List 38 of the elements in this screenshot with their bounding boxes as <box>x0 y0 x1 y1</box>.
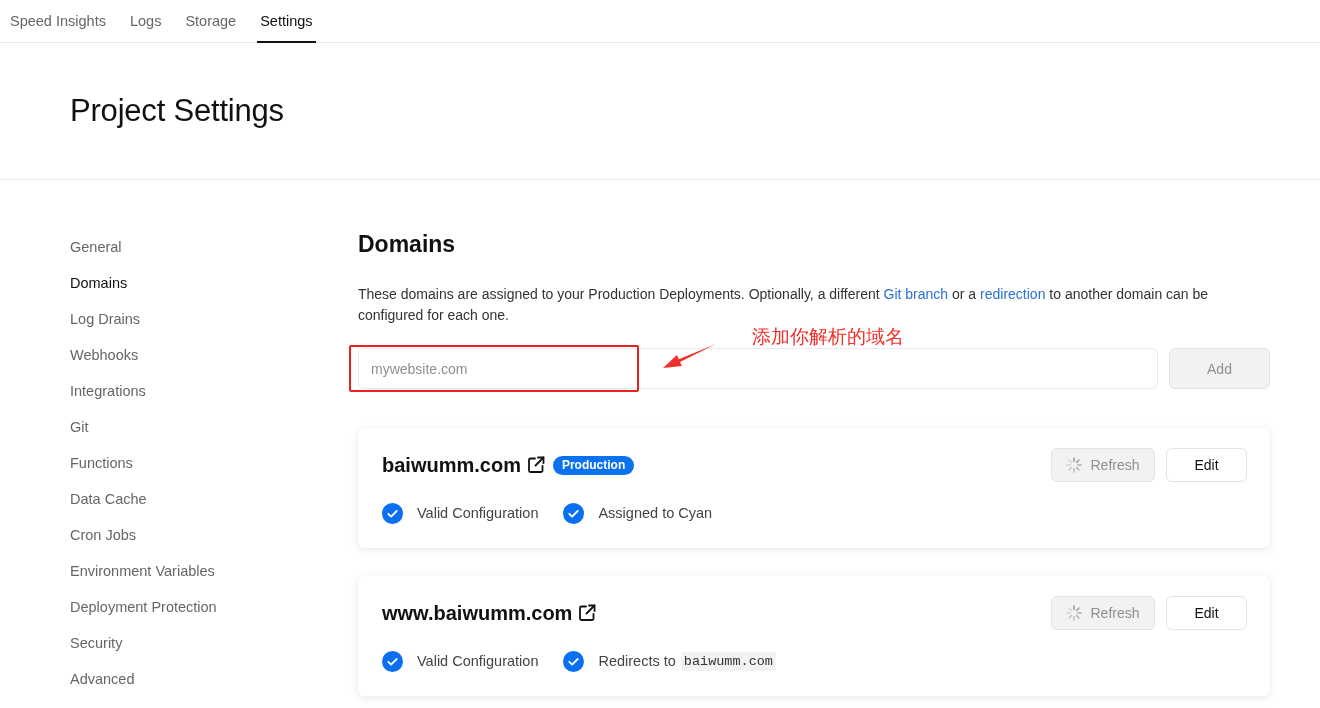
sidebar-item[interactable]: General <box>70 229 122 265</box>
check-label: Valid Configuration <box>417 505 539 521</box>
section-title: Domains <box>358 230 457 259</box>
edit-button[interactable]: Edit <box>1166 596 1247 630</box>
sidebar-item[interactable]: Cron Jobs <box>70 517 137 553</box>
domain-name: baiwumm.com <box>382 453 521 477</box>
check-label: Assigned to Cyan <box>598 505 713 521</box>
sidebar-item[interactable]: Deployment Protection <box>70 589 217 625</box>
check-label: Redirects to <box>598 653 676 669</box>
text-link[interactable]: Git branch <box>883 286 949 302</box>
edit-button[interactable]: Edit <box>1166 448 1247 482</box>
page-title: Project Settings <box>70 93 284 129</box>
external-link-icon[interactable] <box>526 456 545 474</box>
redirect-target: baiwumm.com <box>680 651 776 671</box>
annotation-text: 添加你解析的域名 <box>752 324 904 349</box>
external-link-icon[interactable] <box>578 604 597 622</box>
nav-tab[interactable]: Storage <box>182 0 240 43</box>
sidebar-item[interactable]: Advanced <box>70 661 135 697</box>
sidebar-item[interactable]: Functions <box>70 445 133 481</box>
text-link[interactable]: redirection <box>980 286 1046 302</box>
sidebar-item[interactable]: Data Cache <box>70 481 147 517</box>
sidebar-item[interactable]: Integrations <box>70 373 146 409</box>
sidebar-item[interactable]: Domains <box>70 265 128 301</box>
section-description: These domains are assigned to your Production Deployments. Optionally, a different Git branch or a redirection to another domain can be configured for each one. <box>358 285 1210 325</box>
sidebar-item[interactable]: Log Drains <box>70 301 141 337</box>
nav-tab[interactable]: Speed Insights <box>7 0 109 43</box>
domain-name: www.baiwumm.com <box>382 601 573 625</box>
environment-badge: Production <box>552 455 635 475</box>
nav-tab[interactable]: Logs <box>126 0 165 43</box>
domain-input[interactable]: mywebsite.com <box>358 348 1158 389</box>
spinner-icon <box>1066 605 1083 621</box>
sidebar-item[interactable]: Webhooks <box>70 337 139 373</box>
sidebar-item[interactable]: Git <box>70 409 89 445</box>
sidebar-item[interactable]: Environment Variables <box>70 553 215 589</box>
spinner-icon <box>1066 457 1083 473</box>
sidebar-item[interactable]: Security <box>70 625 123 661</box>
nav-tab[interactable]: Settings <box>257 0 316 43</box>
check-label: Valid Configuration <box>417 653 539 669</box>
